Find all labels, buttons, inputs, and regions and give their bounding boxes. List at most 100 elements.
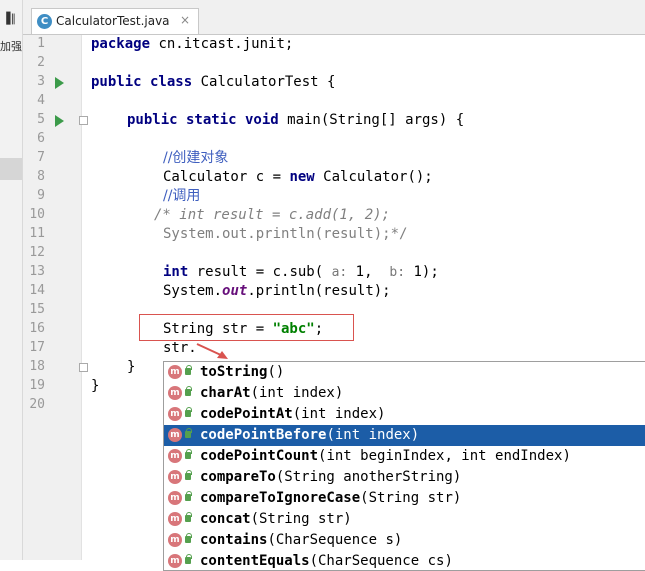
completion-item[interactable]: m contentEquals(CharSequence cs) (164, 551, 645, 570)
method-icon: m (168, 491, 182, 505)
line-number: 8 (37, 169, 45, 184)
code-line-5: public static void main(String[] args) { (127, 111, 464, 130)
comment: //调用 (163, 188, 201, 204)
method-args: (CharSequence s) (267, 532, 403, 548)
completion-item[interactable]: m codePointCount(int beginIndex, int endI… (164, 446, 645, 467)
completion-item[interactable]: m codePointAt(int index) (164, 404, 645, 425)
code-text: System. (163, 283, 223, 299)
method-icon: m (168, 365, 182, 379)
line-number: 9 (37, 188, 45, 203)
completion-text: codePointBefore(int index) (200, 425, 419, 446)
method-name: concat (200, 511, 251, 527)
line-number: 17 (29, 340, 45, 355)
code-line-7: //创建对象 (163, 149, 228, 168)
code-text: CalculatorTest { (192, 74, 336, 90)
method-args: (String anotherString) (275, 469, 462, 485)
line-number: 5 (37, 112, 45, 127)
completion-text: concat(String str) (200, 509, 352, 530)
project-tree-selection[interactable] (0, 158, 22, 180)
structure-icon[interactable]: ▐∥ (2, 12, 16, 25)
code-text: cn.itcast.junit; (150, 36, 294, 52)
code-line-9: //调用 (163, 187, 200, 206)
keyword: public static void (127, 112, 279, 128)
code-line-1: package cn.itcast.junit; (91, 35, 293, 54)
completion-item[interactable]: m toString() (164, 362, 645, 383)
method-name: contains (200, 532, 268, 548)
completion-text: toString() (200, 362, 284, 383)
line-number: 18 (29, 359, 45, 374)
project-tree-fragment[interactable]: 加强 (0, 38, 22, 54)
run-class-icon[interactable] (55, 77, 64, 89)
code-line-13: int result = c.sub( a: 1, b: 1); (163, 263, 439, 282)
method-args: (int index) (326, 427, 420, 443)
line-number: 11 (29, 226, 45, 241)
parameter-hint: b: (389, 265, 406, 280)
code-text: } (127, 359, 136, 375)
keyword: int (163, 264, 189, 280)
completion-text: codePointAt(int index) (200, 404, 385, 425)
comment: /* int result = c.add(1, 2); (154, 207, 391, 223)
code-line-19: } (91, 377, 99, 396)
completion-text: contentEquals(CharSequence cs) (200, 551, 453, 570)
method-args: (int index) (250, 385, 344, 401)
line-number: 10 (29, 207, 45, 222)
fold-icon[interactable] (79, 116, 88, 125)
code-line-11: System.out.println(result);*/ (163, 225, 407, 244)
completion-item[interactable]: m compareTo(String anotherString) (164, 467, 645, 488)
arrow-icon (196, 343, 228, 359)
line-number: 12 (29, 245, 45, 260)
method-name: charAt (200, 385, 251, 401)
method-args: (int index) (292, 406, 386, 422)
code-text: 1); (405, 264, 439, 280)
completion-item[interactable]: m concat(String str) (164, 509, 645, 530)
public-lock-icon (185, 428, 192, 438)
code-text: result = c.sub( (188, 264, 332, 280)
method-args: (int beginIndex, int endIndex) (318, 448, 571, 464)
completion-item[interactable]: m compareToIgnoreCase(String str) (164, 488, 645, 509)
completion-popup[interactable]: m toString() m charAt(int index) m codePoin… (163, 361, 645, 571)
code-text: main(String[] args) { (278, 112, 465, 128)
code-line-18: } (127, 358, 135, 377)
comment: System.out.println(result);*/ (163, 226, 408, 242)
public-lock-icon (185, 407, 192, 417)
java-class-icon: C (37, 14, 52, 29)
line-number: 14 (29, 283, 45, 298)
method-args: (String str) (360, 490, 462, 506)
method-name: contentEquals (200, 553, 310, 569)
completion-text: contains(CharSequence s) (200, 530, 402, 551)
public-lock-icon (185, 554, 192, 564)
line-number: 15 (29, 302, 45, 317)
close-icon[interactable]: × (180, 13, 190, 27)
method-icon: m (168, 533, 182, 547)
static-field: out (222, 283, 248, 299)
code-line-3: public class CalculatorTest { (91, 73, 335, 92)
keyword: package (91, 36, 151, 52)
code-text: Calculator(); (314, 169, 433, 185)
completion-text: codePointCount(int beginIndex, int endIn… (200, 446, 571, 467)
editor-gutter[interactable]: 1 2 3 4 5 6 7 8 9 10 11 12 13 14 15 16 1… (23, 35, 88, 560)
completion-item[interactable]: m contains(CharSequence s) (164, 530, 645, 551)
code-text: .println(result); (247, 283, 391, 299)
method-icon: m (168, 449, 182, 463)
tab-calculator-test[interactable]: C CalculatorTest.java × (31, 8, 199, 34)
code-text: Calculator c = (163, 169, 290, 185)
completion-item[interactable]: m charAt(int index) (164, 383, 645, 404)
parameter-hint: a: (331, 265, 348, 280)
project-tool-strip: ▐∥ 加强 (0, 0, 23, 560)
public-lock-icon (185, 386, 192, 396)
public-lock-icon (185, 533, 192, 543)
line-number: 19 (29, 378, 45, 393)
method-icon: m (168, 428, 182, 442)
highlight-box (139, 314, 354, 341)
method-icon: m (168, 512, 182, 526)
line-number: 7 (37, 150, 45, 165)
keyword: public class (91, 74, 193, 90)
code-text: } (91, 378, 100, 394)
completion-text: charAt(int index) (200, 383, 343, 404)
run-main-icon[interactable] (55, 115, 64, 127)
fold-icon[interactable] (79, 363, 88, 372)
method-icon: m (168, 407, 182, 421)
code-text: 1, (347, 264, 390, 280)
completion-item-selected[interactable]: m codePointBefore(int index) (164, 425, 645, 446)
public-lock-icon (185, 491, 192, 501)
